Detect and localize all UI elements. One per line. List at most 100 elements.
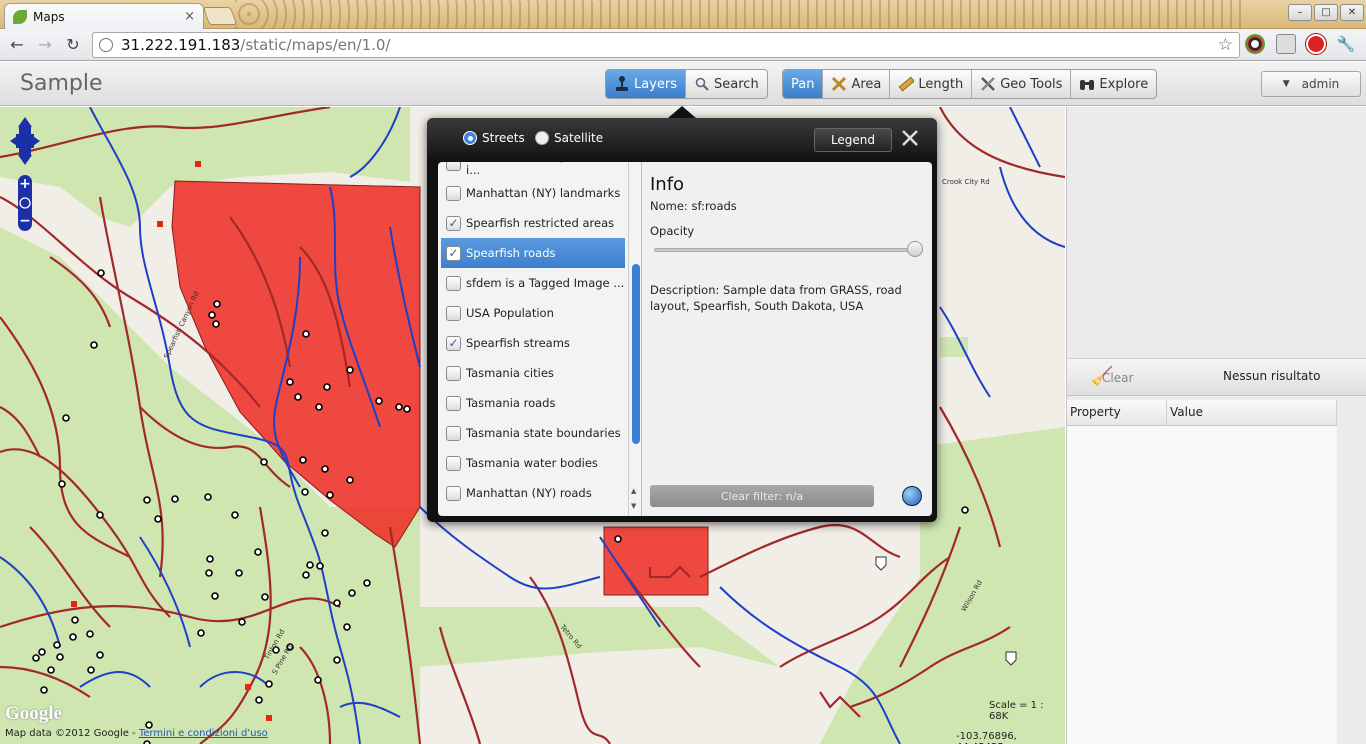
joystick-icon [614, 76, 630, 92]
new-tab-button[interactable] [202, 7, 238, 25]
layer-item[interactable]: sfdem is a Tagged Image ... [441, 268, 625, 298]
layer-checkbox[interactable] [446, 275, 461, 291]
wrench-menu-icon[interactable]: 🔧 [1336, 35, 1356, 53]
settings-tools-icon[interactable] [901, 129, 919, 152]
column-value[interactable]: Value [1167, 400, 1337, 425]
layer-checkbox[interactable]: ✓ [446, 245, 461, 261]
layer-item[interactable]: Tasmania state boundaries [441, 418, 625, 448]
layer-checkbox[interactable] [446, 185, 461, 201]
legend-button[interactable]: Legend [814, 128, 892, 152]
map-data-text: Map data ©2012 Google - [5, 728, 139, 739]
page-info-icon[interactable] [99, 38, 113, 52]
tab-close-icon[interactable]: × [184, 9, 195, 24]
layer-item[interactable]: Tasmania roads [441, 388, 625, 418]
tab-layers-label: Layers [634, 76, 678, 92]
bookmark-star-icon[interactable]: ☆ [1218, 35, 1233, 55]
layer-checkbox[interactable] [446, 365, 461, 381]
results-toolbar: 🧹 Clear Nessun risultato [1067, 358, 1366, 396]
print-extension-icon[interactable] [1276, 34, 1296, 54]
binoculars-icon [1079, 76, 1095, 92]
app-header: Sample Layers Search Pan Area Length Geo… [0, 62, 1366, 106]
layer-checkbox[interactable] [446, 425, 461, 441]
explore-button[interactable]: Explore [1071, 70, 1156, 98]
area-button[interactable]: Area [823, 70, 891, 98]
radio-satellite-label: Satellite [554, 131, 604, 145]
google-logo: Google [5, 703, 62, 724]
clear-button[interactable]: Clear [1102, 371, 1133, 385]
layer-label: Tasmania state boundaries [466, 426, 621, 440]
explore-label: Explore [1099, 76, 1149, 92]
layer-name: Nome: sf:roads [650, 199, 737, 213]
layer-label: Tasmania water bodies [466, 456, 598, 470]
zoom-control: + − [10, 117, 40, 231]
clear-filter-button[interactable]: Clear filter: n/a [650, 485, 874, 507]
layer-list-scrollbar[interactable]: ▲ ▼ [628, 162, 642, 516]
layer-checkbox[interactable] [446, 162, 461, 171]
color-picker-extension-icon[interactable] [1245, 34, 1265, 54]
scroll-down-icon[interactable]: ▼ [631, 502, 636, 510]
tab-layers[interactable]: Layers [606, 70, 687, 98]
minimize-button[interactable]: – [1288, 4, 1312, 21]
results-panel: 🧹 Clear Nessun risultato Property Value [1066, 107, 1366, 744]
layer-item[interactable]: Manhattan (NY) landmarks [441, 178, 625, 208]
google-earth-icon[interactable] [902, 486, 922, 506]
map-tools-group: Pan Area Length Geo Tools Explore [782, 69, 1158, 99]
layer-label: Manhattan (NY) roads [466, 486, 592, 500]
layer-checkbox[interactable]: ✓ [446, 335, 461, 351]
layer-item[interactable]: Manhattan (NY) points of i... [441, 162, 625, 178]
scrollbar-thumb[interactable] [632, 264, 640, 444]
map-attribution: Map data ©2012 Google - Termini e condiz… [5, 728, 268, 739]
layer-checkbox[interactable] [446, 305, 461, 321]
layer-item[interactable]: USA Population [441, 298, 625, 328]
layer-item[interactable]: ✓ Spearfish restricted areas [441, 208, 625, 238]
layer-item[interactable]: Manhattan (NY) roads [441, 478, 625, 508]
browser-tab[interactable]: Maps × [4, 3, 204, 29]
info-header: Info [650, 174, 685, 195]
layer-label: Spearfish roads [466, 246, 556, 260]
opacity-slider[interactable] [654, 241, 923, 257]
layer-checkbox[interactable]: ✓ [446, 215, 461, 231]
close-window-button[interactable]: ✕ [1340, 4, 1364, 21]
url-host: 31.222.191.183 [121, 36, 241, 54]
no-results-text: Nessun risultato [1223, 369, 1321, 383]
scroll-up-icon[interactable]: ▲ [631, 487, 636, 495]
address-bar[interactable]: 31.222.191.183 /static/maps/en/1.0/ ☆ [92, 32, 1240, 58]
road-label: Crook City Rd [942, 178, 990, 186]
road-label: Spearfish Canyon Rd [163, 290, 201, 360]
reload-icon[interactable]: ↻ [63, 35, 83, 54]
pan-label: Pan [791, 76, 815, 92]
zoom-in-button[interactable]: + [19, 176, 31, 192]
tab-search[interactable]: Search [686, 70, 767, 98]
layer-checkbox[interactable] [446, 485, 461, 501]
pan-button[interactable]: Pan [783, 70, 824, 98]
radio-dot [535, 131, 549, 145]
radio-satellite[interactable]: Satellite [535, 131, 603, 145]
terms-link[interactable]: Termini e condizioni d'uso [139, 728, 268, 739]
panel-tab-group: Layers Search [605, 69, 768, 99]
layer-checkbox[interactable] [446, 395, 461, 411]
zoom-out-button[interactable]: − [19, 213, 31, 229]
layer-label: sfdem is a Tagged Image ... [466, 276, 625, 290]
layer-item[interactable]: ✓ Spearfish streams [441, 328, 625, 358]
layer-item[interactable]: Tasmania water bodies [441, 448, 625, 478]
layer-label: Tasmania roads [466, 396, 556, 410]
back-icon[interactable]: ← [7, 35, 27, 54]
geo-tools-button[interactable]: Geo Tools [972, 70, 1072, 98]
column-property[interactable]: Property [1067, 400, 1167, 425]
user-menu-button[interactable]: ▼ admin [1261, 71, 1361, 97]
tabstrip-pattern [235, 0, 1246, 29]
geo-tools-label: Geo Tools [1000, 76, 1063, 92]
layer-description: Description: Sample data from GRASS, roa… [650, 283, 902, 313]
stop-extension-icon[interactable] [1306, 34, 1326, 54]
popup-header: Streets Satellite Legend [427, 118, 937, 162]
layer-checkbox[interactable] [446, 455, 461, 471]
maximize-button[interactable]: □ [1314, 4, 1338, 21]
layer-item[interactable]: ✓ Spearfish roads [441, 238, 625, 268]
layer-item[interactable]: Tasmania cities [441, 358, 625, 388]
radio-streets[interactable]: Streets [463, 131, 525, 145]
pan-arrows-icon [10, 117, 40, 165]
forward-icon[interactable]: → [35, 35, 55, 54]
length-button[interactable]: Length [890, 70, 973, 98]
magnifier-icon [694, 76, 710, 92]
opacity-slider-knob[interactable] [907, 241, 923, 257]
